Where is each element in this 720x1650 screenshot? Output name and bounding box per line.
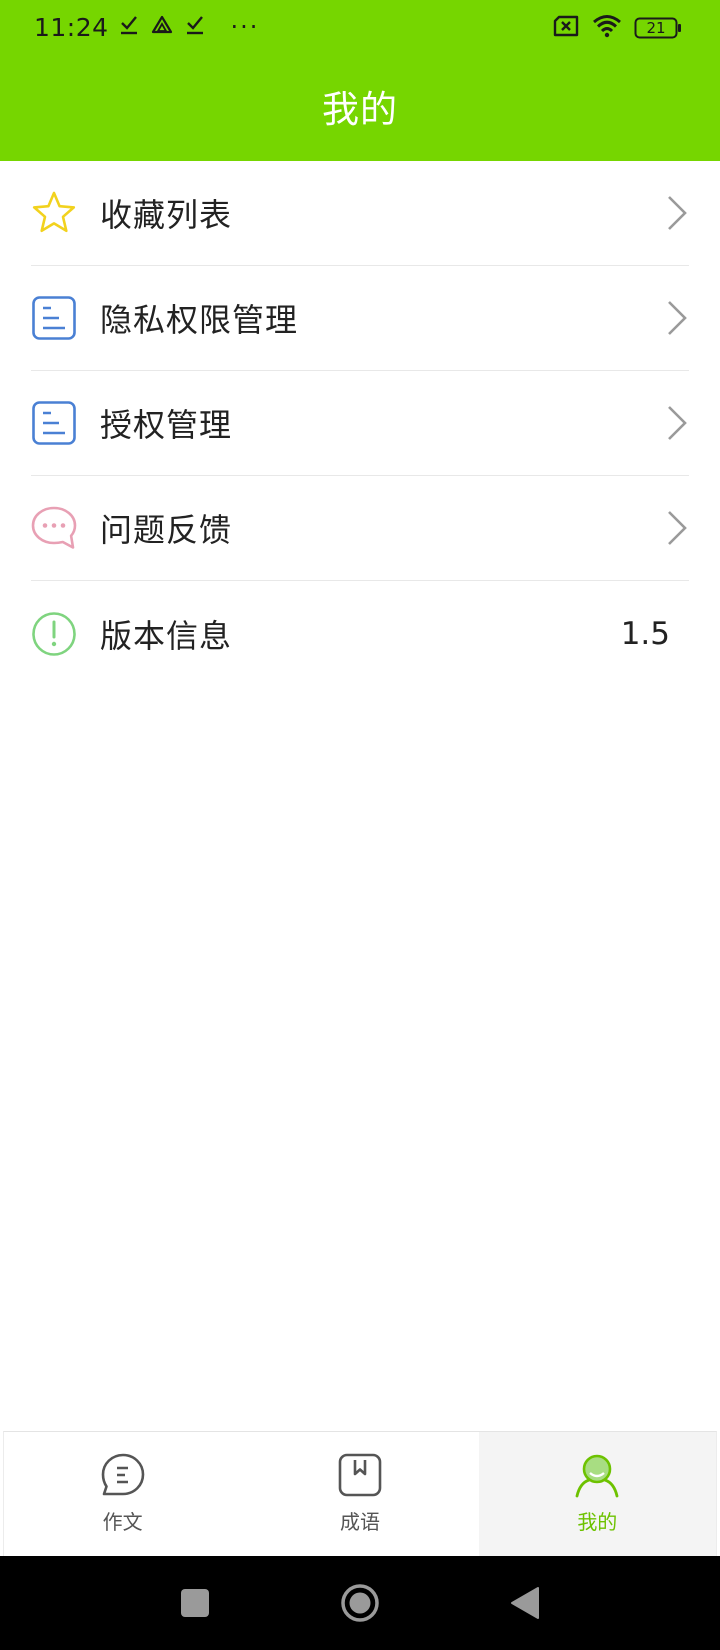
version-number: 1.5 <box>620 615 670 652</box>
back-triangle-icon[interactable] <box>500 1556 550 1650</box>
menu-item-label: 收藏列表 <box>100 196 233 234</box>
status-right: 21 <box>552 13 682 43</box>
app-bar: 我的 <box>0 56 720 161</box>
menu-item-label: 版本信息 <box>100 616 233 655</box>
chat-bubble-icon <box>31 505 77 551</box>
document-icon <box>31 295 77 341</box>
status-bar: 11:24 ··· 21 <box>0 0 720 56</box>
menu-list: 收藏列表 隐私权限管理 授权管理 问题反馈 版本信息 1.5 <box>0 161 720 686</box>
bottom-tab-bar: 作文 成语 我的 <box>3 1431 717 1556</box>
document-icon <box>31 400 77 446</box>
essay-bubble-icon <box>100 1452 146 1498</box>
page-title: 我的 <box>322 87 398 131</box>
profile-icon <box>574 1452 620 1498</box>
recents-square-icon[interactable] <box>170 1556 220 1650</box>
menu-item-version-info[interactable]: 版本信息 1.5 <box>31 581 689 686</box>
status-time: 11:24 <box>34 12 109 42</box>
no-sim-icon <box>552 15 580 41</box>
idiom-book-icon <box>337 1452 383 1498</box>
menu-item-authorization[interactable]: 授权管理 <box>31 371 689 476</box>
tab-label: 我的 <box>577 1510 618 1534</box>
menu-item-favorites[interactable]: 收藏列表 <box>31 161 689 266</box>
drive-icon <box>151 15 173 39</box>
tab-label: 作文 <box>102 1510 143 1534</box>
chevron-right-icon <box>665 404 689 442</box>
more-dots-icon: ··· <box>230 13 260 41</box>
battery-level-text: 21 <box>646 19 666 37</box>
tab-mine[interactable]: 我的 <box>478 1432 716 1556</box>
wifi-icon <box>592 14 622 42</box>
system-nav-bar <box>0 1556 720 1650</box>
tab-label: 成语 <box>339 1510 380 1534</box>
tab-idiom[interactable]: 成语 <box>241 1432 478 1556</box>
download-done-icon <box>119 14 139 40</box>
menu-item-privacy-permissions[interactable]: 隐私权限管理 <box>31 266 689 371</box>
menu-item-label: 问题反馈 <box>100 511 233 549</box>
info-icon <box>31 611 77 657</box>
chevron-right-icon <box>665 299 689 337</box>
menu-item-feedback[interactable]: 问题反馈 <box>31 476 689 581</box>
star-icon <box>31 190 77 236</box>
download-done-icon <box>185 14 205 40</box>
chevron-right-icon <box>665 194 689 232</box>
home-circle-icon[interactable] <box>335 1556 385 1650</box>
battery-icon: 21 <box>634 17 682 39</box>
menu-item-label: 授权管理 <box>100 406 233 444</box>
status-left: 11:24 ··· <box>34 12 271 42</box>
tab-essay[interactable]: 作文 <box>4 1432 241 1556</box>
chevron-right-icon <box>665 509 689 547</box>
menu-item-label: 隐私权限管理 <box>100 301 299 339</box>
